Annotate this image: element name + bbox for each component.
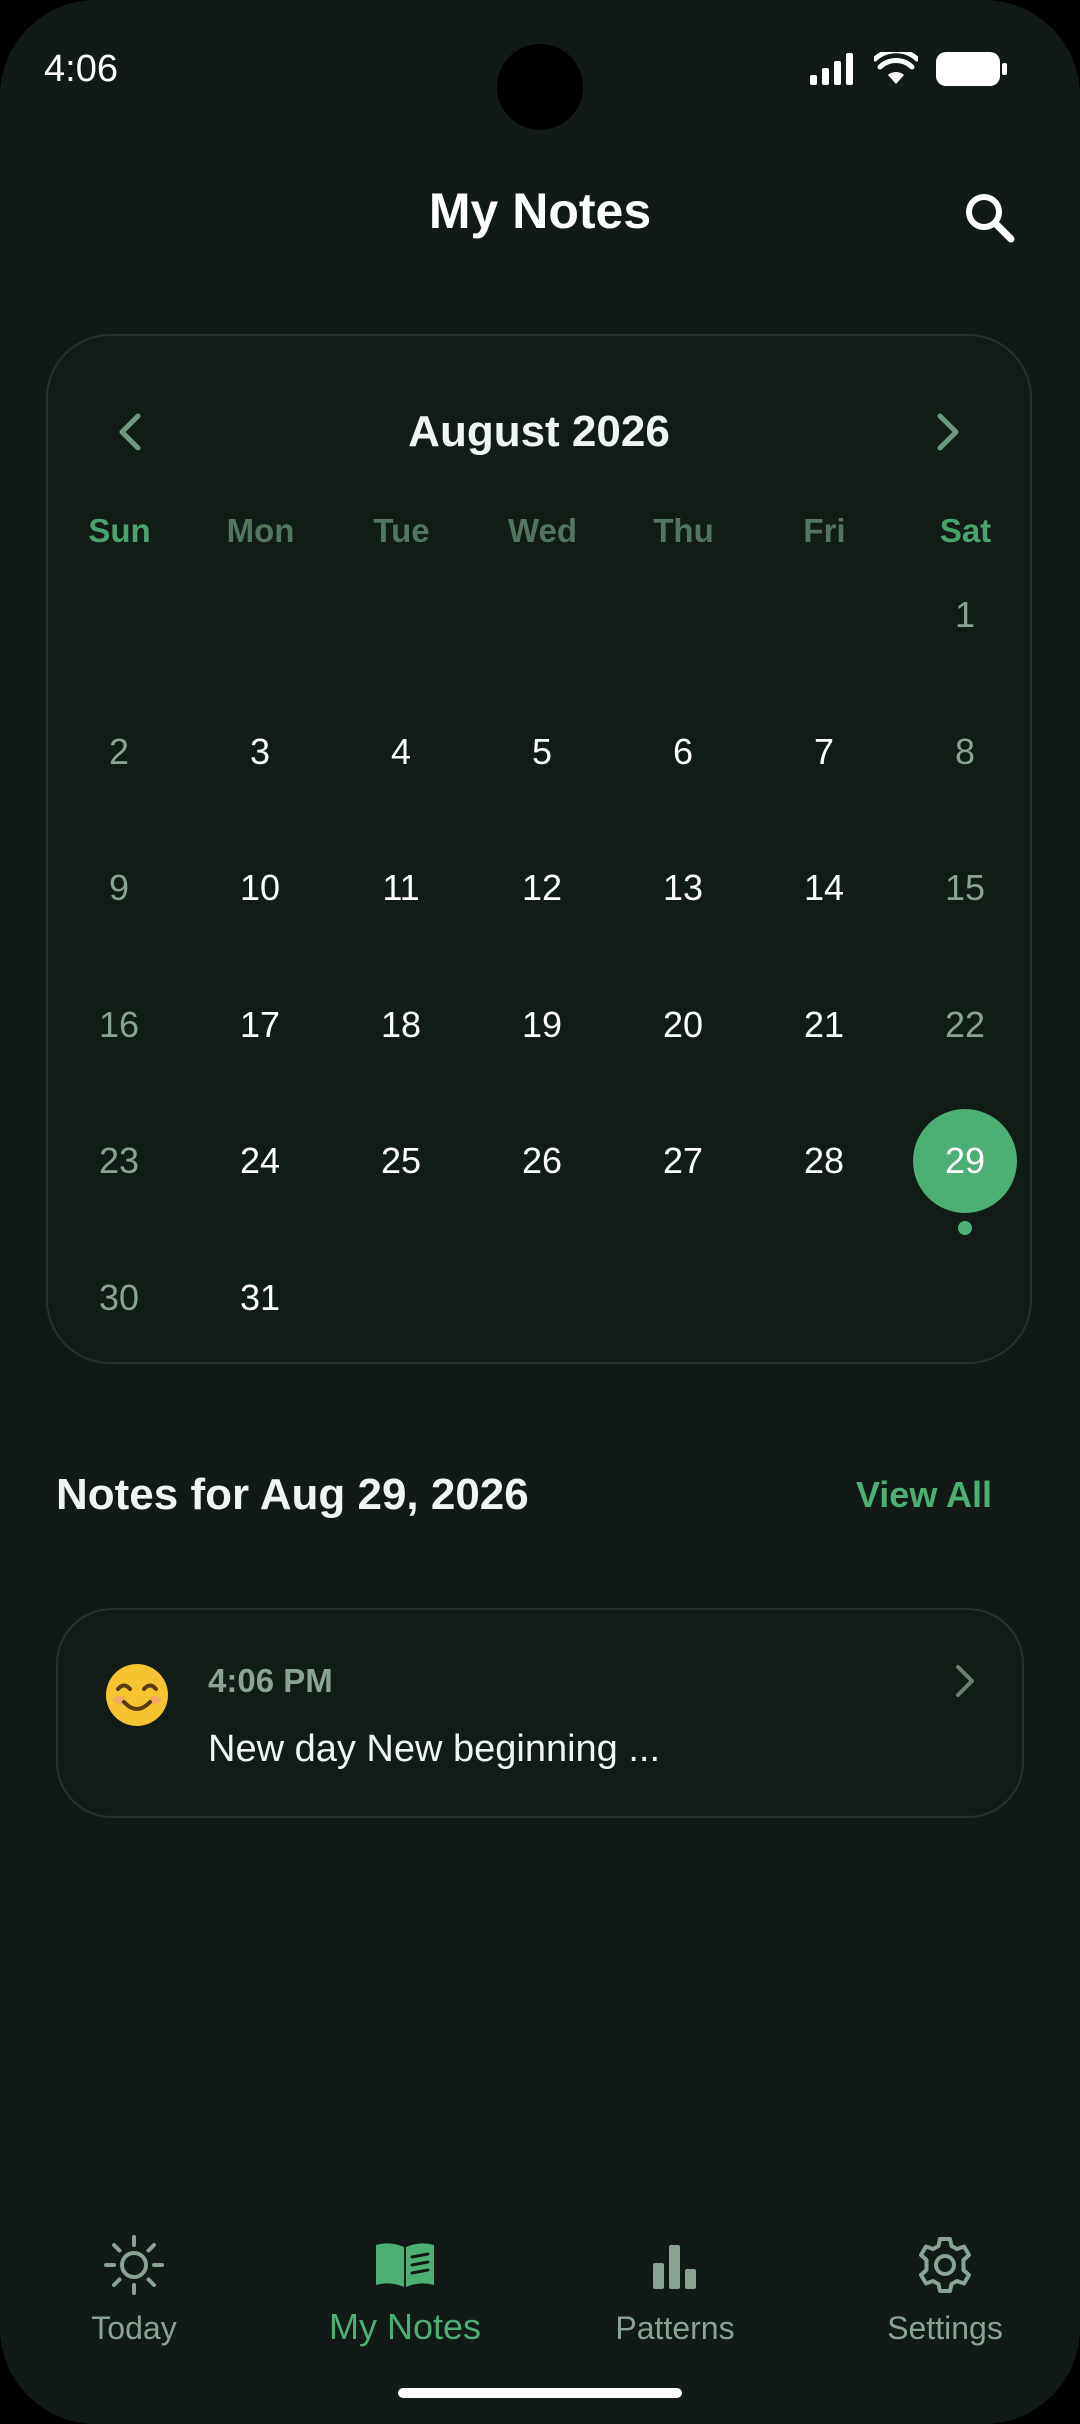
- nav-label: Patterns: [615, 2310, 735, 2346]
- calendar-day[interactable]: 7: [772, 700, 876, 804]
- calendar-day[interactable]: 19: [490, 973, 594, 1077]
- status-icons: [810, 52, 1008, 86]
- search-button[interactable]: [954, 182, 1024, 252]
- view-all-link[interactable]: View All: [856, 1474, 992, 1516]
- calendar-day[interactable]: 14: [772, 836, 876, 940]
- chevron-right-icon: [956, 1665, 974, 1697]
- calendar-day[interactable]: 23: [67, 1109, 171, 1213]
- book-icon: [376, 2243, 434, 2287]
- nav-item-patterns[interactable]: Patterns: [565, 2210, 785, 2360]
- calendar-day[interactable]: 16: [67, 973, 171, 1077]
- smiling-face-icon: [106, 1664, 168, 1726]
- note-card[interactable]: 4:06 PM New day New beginning ...: [56, 1608, 1024, 1818]
- nav-label: Settings: [887, 2310, 1003, 2346]
- phone-screen: 4:06 My Notes August 2026 Sun Mon Tue We…: [0, 0, 1080, 2424]
- calendar-day[interactable]: 8: [913, 700, 1017, 804]
- calendar-day[interactable]: 6: [631, 700, 735, 804]
- battery-icon: [936, 52, 1007, 86]
- note-time: 4:06 PM: [208, 1662, 333, 1699]
- nav-item-settings[interactable]: Settings: [835, 2210, 1055, 2360]
- note-preview-text: New day New beginning ...: [208, 1728, 661, 1770]
- front-camera: [497, 44, 583, 130]
- calendar-day-selected[interactable]: 29: [913, 1109, 1017, 1213]
- calendar-day[interactable]: 24: [208, 1109, 312, 1213]
- gear-icon: [919, 2237, 971, 2293]
- calendar-day[interactable]: 4: [349, 700, 453, 804]
- calendar-day[interactable]: 5: [490, 700, 594, 804]
- sun-icon: [104, 2235, 164, 2295]
- calendar-day[interactable]: 30: [67, 1246, 171, 1350]
- calendar-day[interactable]: 18: [349, 973, 453, 1077]
- notes-section-title: Notes for Aug 29, 2026: [56, 1470, 529, 1519]
- calendar-day[interactable]: 1: [913, 563, 1017, 667]
- calendar-day[interactable]: 21: [772, 973, 876, 1077]
- nav-label: Today: [91, 2310, 177, 2346]
- calendar-day[interactable]: 27: [631, 1109, 735, 1213]
- calendar-day[interactable]: 31: [208, 1246, 312, 1350]
- calendar-day[interactable]: 26: [490, 1109, 594, 1213]
- calendar-day[interactable]: 10: [208, 836, 312, 940]
- calendar-day[interactable]: 17: [208, 973, 312, 1077]
- nav-item-today[interactable]: Today: [24, 2210, 244, 2360]
- calendar-day[interactable]: 2: [67, 700, 171, 804]
- calendar-day[interactable]: 12: [490, 836, 594, 940]
- status-time: 4:06: [44, 48, 118, 90]
- calendar-days-grid: 1 2 3 4 5 6 7 8 9 10 11 12 13 14 15 16 17 18 19 20 21 22 23 24 2…: [48, 336, 1030, 1362]
- wifi-icon: [874, 52, 918, 84]
- search-icon: [966, 194, 1015, 243]
- bottom-navigation: Today My Notes Patterns Settings: [0, 2210, 1080, 2360]
- nav-label: My Notes: [328, 2306, 482, 2347]
- calendar-card: August 2026 Sun Mon Tue Wed Thu Fri Sat 123456…: [46, 334, 1032, 1364]
- calendar-day[interactable]: 25: [349, 1109, 453, 1213]
- nav-item-my-notes[interactable]: My Notes: [295, 2210, 515, 2360]
- calendar-day[interactable]: 13: [631, 836, 735, 940]
- bar-chart-icon: [653, 2245, 696, 2289]
- calendar-day[interactable]: 3: [208, 700, 312, 804]
- page-title: My Notes: [428, 183, 652, 239]
- calendar-day[interactable]: 9: [67, 836, 171, 940]
- calendar-day[interactable]: 20: [631, 973, 735, 1077]
- note-indicator-dot: [958, 1221, 972, 1235]
- calendar-day[interactable]: 15: [913, 836, 1017, 940]
- calendar-day[interactable]: 11: [349, 836, 453, 940]
- calendar-day[interactable]: 28: [772, 1109, 876, 1213]
- calendar-day[interactable]: 22: [913, 973, 1017, 1077]
- home-indicator[interactable]: [398, 2388, 682, 2398]
- signal-icon: [810, 53, 853, 85]
